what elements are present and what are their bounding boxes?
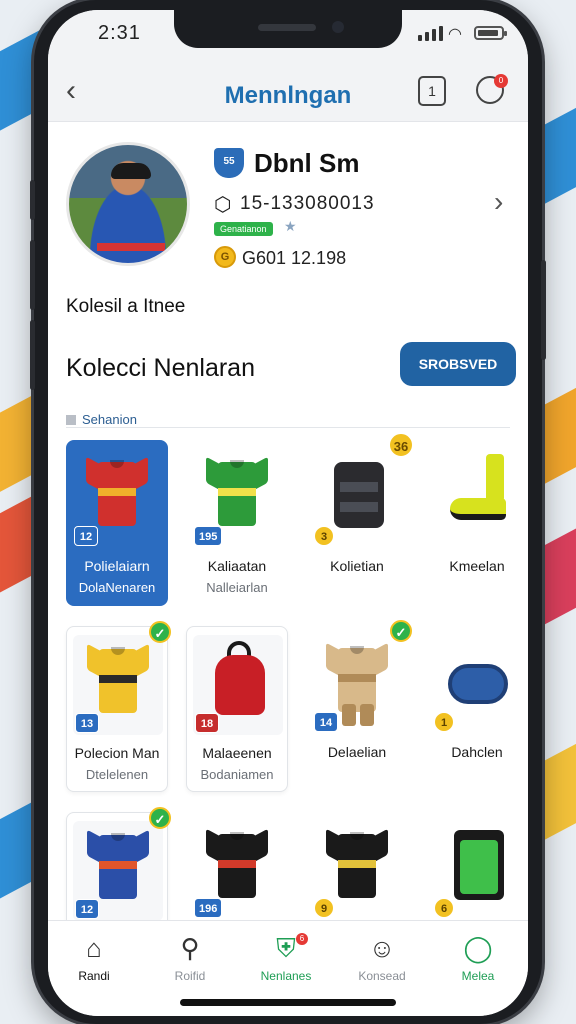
- item-card[interactable]: 12 Polielaiarn DolaNenaren: [66, 440, 168, 606]
- item-count-badge: 14: [314, 712, 338, 732]
- collection-note: Kolesil a Itnee: [66, 296, 186, 317]
- item-name: Kolietian: [330, 558, 384, 574]
- item-count-badge: 18: [195, 713, 219, 733]
- vest-icon: [326, 454, 388, 528]
- item-name: Polielaiarn: [84, 558, 150, 574]
- item-card[interactable]: 195 Kaliaatan Nalleiarlan: [186, 440, 288, 606]
- star-icon: ★: [284, 218, 297, 234]
- item-card[interactable]: 18 Malaeenen Bodaniamen: [186, 626, 288, 792]
- home-indicator: [180, 999, 396, 1006]
- check-icon: ✓: [390, 620, 412, 642]
- corner-badge: 36: [390, 434, 412, 456]
- jersey-icon: [206, 826, 268, 898]
- item-card[interactable]: Kmeelan: [426, 440, 528, 606]
- profile-name: Dbnl Sm: [254, 148, 360, 178]
- tab-label: Nenlanes: [260, 969, 312, 983]
- calendar-icon[interactable]: 1: [418, 76, 446, 106]
- item-count-badge: 12: [75, 899, 99, 919]
- check-icon: ✓: [149, 621, 171, 643]
- status-time: 2:31: [98, 22, 141, 44]
- id-icon: ⬡: [214, 194, 232, 216]
- item-name: Malaeenen: [202, 745, 272, 761]
- tab-label: Konsead: [358, 969, 406, 983]
- coin-balance: G601 12.198: [242, 248, 347, 268]
- phone-frame: 2:31 ◠ ‹ Mennlngan 1 0 55 Dbnl Sm ⬡ 15-1…: [30, 0, 546, 1024]
- item-name: Delaelian: [327, 744, 387, 760]
- tab-konsead[interactable]: ☺ Konsead: [342, 933, 422, 983]
- jersey-icon: [326, 826, 388, 898]
- jersey-icon: [87, 641, 149, 713]
- item-count-badge: 12: [74, 526, 98, 546]
- profile-id: 15-133080013: [240, 193, 375, 214]
- club-badge-icon: 55: [214, 148, 244, 178]
- filter-label: Sehanion: [82, 412, 137, 427]
- item-subtitle: Bodaniamen: [200, 767, 274, 782]
- item-count-badge: 196: [194, 898, 223, 918]
- boot-icon: [446, 454, 508, 526]
- filter-row[interactable]: Sehanion: [66, 412, 510, 428]
- item-subtitle: Nalleiarlan: [206, 580, 268, 595]
- search-icon: ⚲: [180, 933, 200, 963]
- item-name: Kaliaatan: [207, 558, 267, 574]
- item-card[interactable]: 3 36 Kolietian: [306, 434, 412, 606]
- jersey-icon: [86, 454, 148, 526]
- tab-roifid[interactable]: ⚲ Roifid: [150, 933, 230, 983]
- item-name: Dahclen: [451, 744, 503, 760]
- filter-icon: [66, 415, 76, 425]
- item-count-badge: 1: [434, 712, 454, 732]
- tab-label: Roifid: [174, 969, 206, 983]
- coin-icon: G: [214, 246, 236, 268]
- item-count-badge: 3: [314, 526, 334, 546]
- notification-badge: 0: [494, 74, 508, 88]
- tab-nenlanes[interactable]: ⛨ Nenlanes 6: [246, 933, 326, 983]
- item-card[interactable]: 13 ✓ Polecion Man Dtelelenen: [66, 621, 171, 792]
- notch: [174, 10, 402, 48]
- item-name: Polecion Man: [74, 745, 160, 761]
- item-count-badge: 13: [75, 713, 99, 733]
- page-title: Mennlngan: [224, 82, 352, 109]
- shield-icon: ⛨: [276, 933, 296, 963]
- tab-label: Randi: [78, 969, 110, 983]
- kit-icon: [326, 640, 388, 726]
- item-count-badge: 6: [434, 898, 454, 918]
- item-name: Kmeelan: [449, 558, 505, 574]
- chat-icon: ◯: [463, 933, 493, 963]
- signal-icon: [418, 26, 443, 41]
- battery-icon: [474, 26, 507, 40]
- backpack-icon: [207, 641, 269, 715]
- tab-melea[interactable]: ◯ Melea: [438, 933, 518, 983]
- bib-icon: [446, 826, 508, 900]
- roll-icon: [446, 640, 508, 712]
- item-card[interactable]: 1 Dahclen: [426, 626, 528, 792]
- wifi-icon: ◠: [448, 26, 462, 43]
- check-icon: ✓: [149, 807, 171, 829]
- item-subtitle: Dtelelenen: [85, 767, 149, 782]
- status-badge: Genatianon: [214, 222, 273, 236]
- jersey-icon: [206, 454, 268, 526]
- tab-label: Melea: [461, 969, 495, 983]
- app-header: ‹ Mennlngan 1 0: [48, 66, 528, 122]
- bottom-nav: ⌂ Randi ⚲ Roifid ⛨ Nenlanes 6 ☺ Konsead ◯ Melea: [48, 920, 528, 1016]
- item-count-badge: 195: [194, 526, 223, 546]
- section-title: Kolecci Nenlaran: [66, 354, 255, 382]
- tab-randi[interactable]: ⌂ Randi: [54, 933, 134, 983]
- avatar[interactable]: [66, 142, 190, 266]
- tab-badge: 6: [296, 933, 308, 945]
- item-count-badge: 9: [314, 898, 334, 918]
- item-card[interactable]: 14 ✓ Delaelian: [306, 620, 412, 792]
- item-thumbnail: [432, 448, 522, 548]
- chevron-right-icon[interactable]: ›: [494, 186, 503, 218]
- app-screen: 2:31 ◠ ‹ Mennlngan 1 0 55 Dbnl Sm ⬡ 15-1…: [48, 10, 528, 1016]
- item-subtitle: DolaNenaren: [78, 580, 156, 595]
- jersey-icon: [87, 827, 149, 899]
- saved-button[interactable]: SROBSVED: [400, 342, 516, 386]
- user-icon: ☺: [368, 933, 396, 963]
- home-icon: ⌂: [86, 933, 102, 963]
